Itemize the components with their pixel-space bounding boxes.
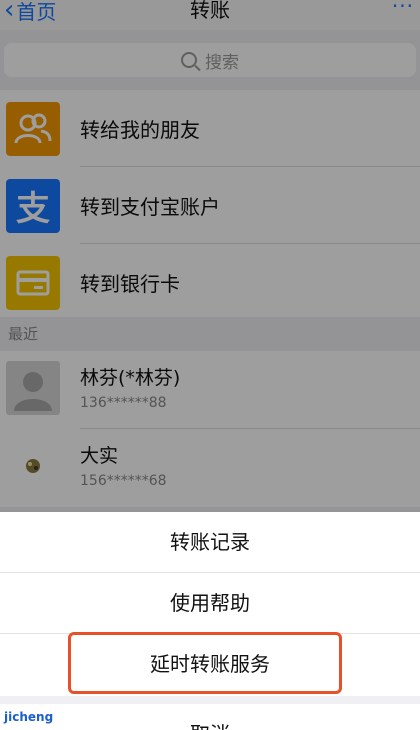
help-button[interactable]: 使用帮助 — [0, 573, 420, 633]
action-sheet: 转账记录 使用帮助 延时转账服务 取消 — [0, 512, 420, 730]
highlight-box — [68, 632, 342, 694]
transfer-records-button[interactable]: 转账记录 — [0, 512, 420, 572]
cancel-button[interactable]: 取消 — [0, 704, 420, 730]
sheet-gap — [0, 696, 420, 704]
watermark: jicheng — [4, 710, 54, 724]
